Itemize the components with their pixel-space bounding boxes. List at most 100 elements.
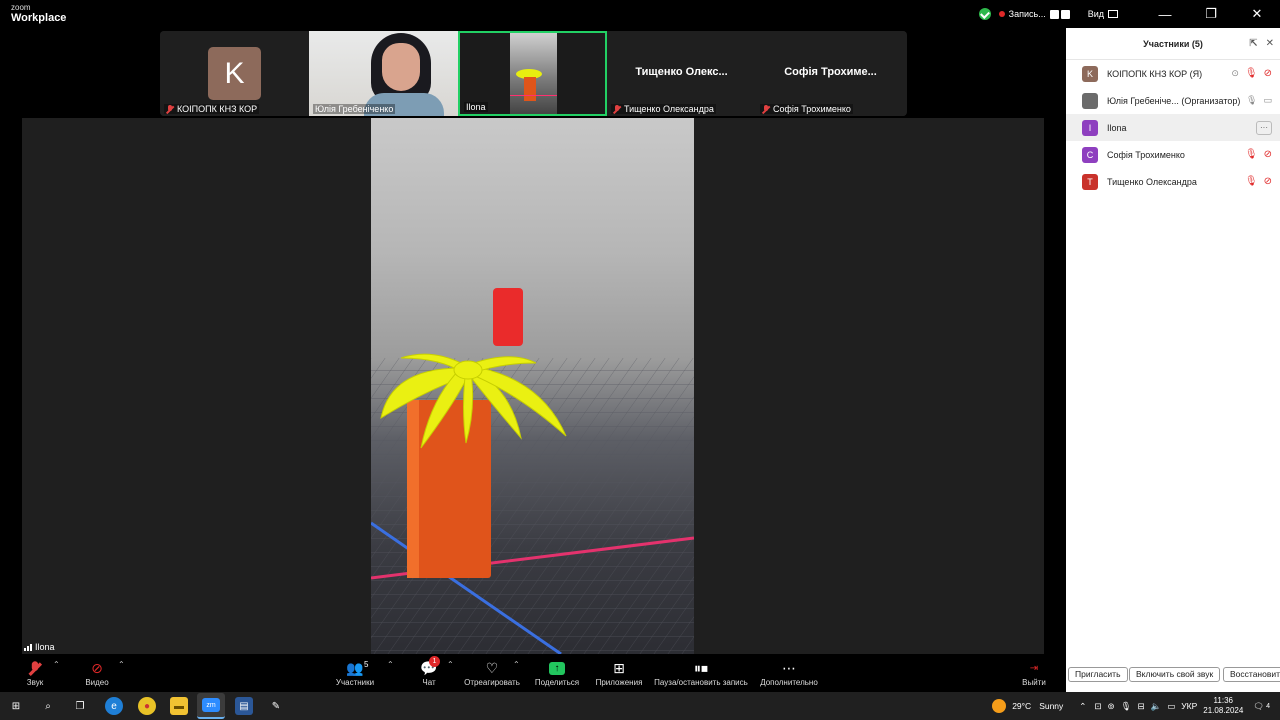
mic-icon[interactable]: 🎙 bbox=[1246, 95, 1257, 106]
close-panel-icon[interactable]: ✕ bbox=[1266, 38, 1274, 49]
leave-icon: ⇥ bbox=[1029, 662, 1039, 674]
participant-name: Ilona bbox=[1107, 122, 1127, 133]
volume-icon[interactable]: 🔈 bbox=[1151, 701, 1162, 712]
mini-trunk bbox=[524, 77, 536, 101]
video-caret-icon[interactable]: ⌃ bbox=[118, 660, 125, 669]
participants-caret-icon[interactable]: ⌃ bbox=[387, 660, 394, 669]
battery-icon[interactable]: ▭ bbox=[1167, 701, 1175, 712]
pause-recording-icon[interactable] bbox=[1049, 9, 1059, 19]
share-label: Поделиться bbox=[534, 678, 580, 687]
file-explorer-icon[interactable]: ▬ bbox=[170, 697, 188, 715]
zoom-taskbar-icon[interactable]: zm bbox=[197, 693, 225, 719]
task-view-icon[interactable]: ❐ bbox=[71, 697, 89, 715]
participants-panel: Участники (5) ⇱ ✕ K КОІПОПК КНЗ КОР (Я) … bbox=[1066, 28, 1280, 692]
mic-muted-icon[interactable]: 🎙 bbox=[1245, 176, 1258, 187]
avatar: I bbox=[1082, 119, 1098, 136]
restore-button[interactable]: Восстановит bbox=[1223, 667, 1280, 682]
restore-button[interactable]: ❐ bbox=[1188, 0, 1234, 28]
mic-muted-icon bbox=[762, 104, 770, 114]
more-button[interactable]: ⋯ Дополнительно bbox=[757, 658, 821, 688]
clock[interactable]: 11:36 21.08.2024 bbox=[1203, 696, 1243, 716]
avatar: K bbox=[208, 47, 261, 100]
video-off-icon[interactable]: ⊘ bbox=[1264, 68, 1272, 79]
windows-start-icon[interactable]: ⊞ bbox=[7, 697, 25, 715]
chat-badge: 1 bbox=[429, 656, 440, 667]
tray-icon-2[interactable]: ⊚ bbox=[1108, 701, 1115, 712]
microphone-tray-icon[interactable]: 🎙 bbox=[1121, 701, 1132, 712]
temperature: 29°C bbox=[1012, 701, 1032, 711]
view-button[interactable]: Вид bbox=[1088, 9, 1104, 19]
view-grid-icon[interactable] bbox=[1108, 10, 1118, 18]
leave-button[interactable]: ⇥ Выйти bbox=[1020, 658, 1048, 688]
share-button[interactable]: ↑ Поделиться bbox=[533, 658, 581, 687]
pause-record-button[interactable]: ⏸⏹ Пауза/остановить запись bbox=[653, 658, 749, 688]
mini-line bbox=[510, 95, 557, 96]
tray-icon[interactable]: ⊡ bbox=[1094, 701, 1101, 712]
unmute-self-button[interactable]: Включить свой звук bbox=[1129, 667, 1221, 682]
recording-dot-icon bbox=[998, 11, 1005, 17]
participant-name: Юлія Гребеніче... (Организатор) bbox=[1107, 95, 1241, 106]
participant-row[interactable]: T Тищенко Олександра 🎙 ⊘ bbox=[1066, 168, 1280, 195]
heart-icon: ♡ bbox=[485, 659, 499, 676]
video-icon[interactable]: ▭ bbox=[1263, 95, 1272, 106]
close-button[interactable]: ✕ bbox=[1234, 0, 1280, 28]
edge-icon[interactable]: e bbox=[105, 697, 123, 715]
active-speaker-area: Ilona bbox=[22, 118, 1044, 654]
tile-name: Софія Трохименко bbox=[773, 104, 851, 114]
participant-row[interactable]: I Ilona ··· bbox=[1066, 114, 1280, 141]
audio-label: Звук bbox=[26, 678, 44, 687]
video-off-icon[interactable]: ⊘ bbox=[1264, 176, 1272, 187]
apps-button[interactable]: ⊞ Приложения bbox=[593, 658, 645, 688]
participant-row[interactable]: K КОІПОПК КНЗ КОР (Я) ⊙ 🎙 ⊘ bbox=[1066, 60, 1280, 87]
tile-tyshchenko[interactable]: Тищенко Олекс... Тищенко Олександра bbox=[607, 31, 756, 116]
zoom-logo: zoom Workplace bbox=[11, 4, 66, 24]
video-strip: K КОІПОПК КНЗ КОР Юлія Гребеніченко Ilon… bbox=[160, 31, 907, 116]
mic-muted-icon[interactable]: 🎙 bbox=[1245, 68, 1258, 79]
tile-koipopk[interactable]: K КОІПОПК КНЗ КОР bbox=[160, 31, 309, 116]
chat-button[interactable]: 💬 1 Чат bbox=[418, 656, 440, 687]
tile-big-name: Тищенко Олекс... bbox=[635, 66, 728, 78]
tile-yulia[interactable]: Юлія Гребеніченко bbox=[309, 31, 458, 116]
minimize-button[interactable]: — bbox=[1142, 0, 1188, 28]
audio-caret-icon[interactable]: ⌃ bbox=[53, 660, 60, 669]
network-icon[interactable]: ⊟ bbox=[1137, 701, 1144, 712]
tile-big-name: Софія Трохиме... bbox=[784, 66, 877, 78]
paint-icon[interactable]: ✎ bbox=[267, 697, 285, 715]
tray-chevron-icon[interactable]: ⌃ bbox=[1079, 701, 1086, 712]
participant-row[interactable]: Юлія Гребеніче... (Организатор) 🎙 ▭ bbox=[1066, 87, 1280, 114]
weather-label: Sunny bbox=[1039, 701, 1064, 711]
react-caret-icon[interactable]: ⌃ bbox=[513, 660, 520, 669]
chat-caret-icon[interactable]: ⌃ bbox=[447, 660, 454, 669]
recording-label[interactable]: Запись... bbox=[1009, 9, 1046, 19]
video-off-icon[interactable]: ⊘ bbox=[1264, 149, 1272, 160]
speaker-video bbox=[371, 118, 694, 654]
invite-button[interactable]: Пригласить bbox=[1068, 667, 1128, 682]
search-icon[interactable]: ⌕ bbox=[39, 697, 57, 715]
tile-ilona[interactable]: Ilona bbox=[458, 31, 607, 116]
participants-button[interactable]: 👥 5 Участники bbox=[334, 658, 376, 688]
chrome-icon[interactable]: ● bbox=[138, 697, 156, 715]
word-document-icon[interactable]: ▤ bbox=[235, 697, 253, 715]
recording-status-icon: ⊙ bbox=[1231, 68, 1239, 78]
video-button[interactable]: ⊘ Видео bbox=[84, 658, 110, 688]
pause-record-label: Пауза/остановить запись bbox=[654, 678, 748, 687]
panel-title: Участники (5) bbox=[1143, 38, 1203, 49]
popout-icon[interactable]: ⇱ bbox=[1249, 38, 1257, 49]
mic-muted-icon bbox=[166, 104, 174, 114]
participant-name: Софія Трохименко bbox=[1107, 149, 1185, 160]
participant-name: Тищенко Олександра bbox=[1107, 176, 1197, 187]
encryption-shield-icon[interactable] bbox=[978, 8, 991, 20]
participant-row[interactable]: C Софія Трохименко 🎙 ⊘ bbox=[1066, 141, 1280, 168]
notifications-icon[interactable]: 🗨 bbox=[1253, 701, 1264, 712]
more-options-icon[interactable]: ··· bbox=[1256, 120, 1272, 135]
audio-button[interactable]: Звук bbox=[24, 658, 46, 687]
tile-name: Юлія Гребеніченко bbox=[315, 104, 394, 114]
stop-recording-icon[interactable] bbox=[1060, 9, 1070, 19]
title-bar: zoom Workplace Запись... Вид — ❐ ✕ bbox=[0, 0, 1280, 28]
windows-taskbar: ⊞ ⌕ ❐ e ● ▬ zm ▤ ✎ 29°C Sunny ⌃ ⊡ ⊚ 🎙 ⊟ … bbox=[0, 692, 1280, 720]
mic-muted-icon[interactable]: 🎙 bbox=[1245, 149, 1258, 160]
tile-sofia[interactable]: Софія Трохиме... Софія Трохименко bbox=[756, 31, 905, 116]
weather-sun-icon[interactable] bbox=[992, 699, 1007, 713]
language-indicator[interactable]: УКР bbox=[1181, 701, 1197, 711]
speaker-name: Ilona bbox=[35, 642, 55, 652]
